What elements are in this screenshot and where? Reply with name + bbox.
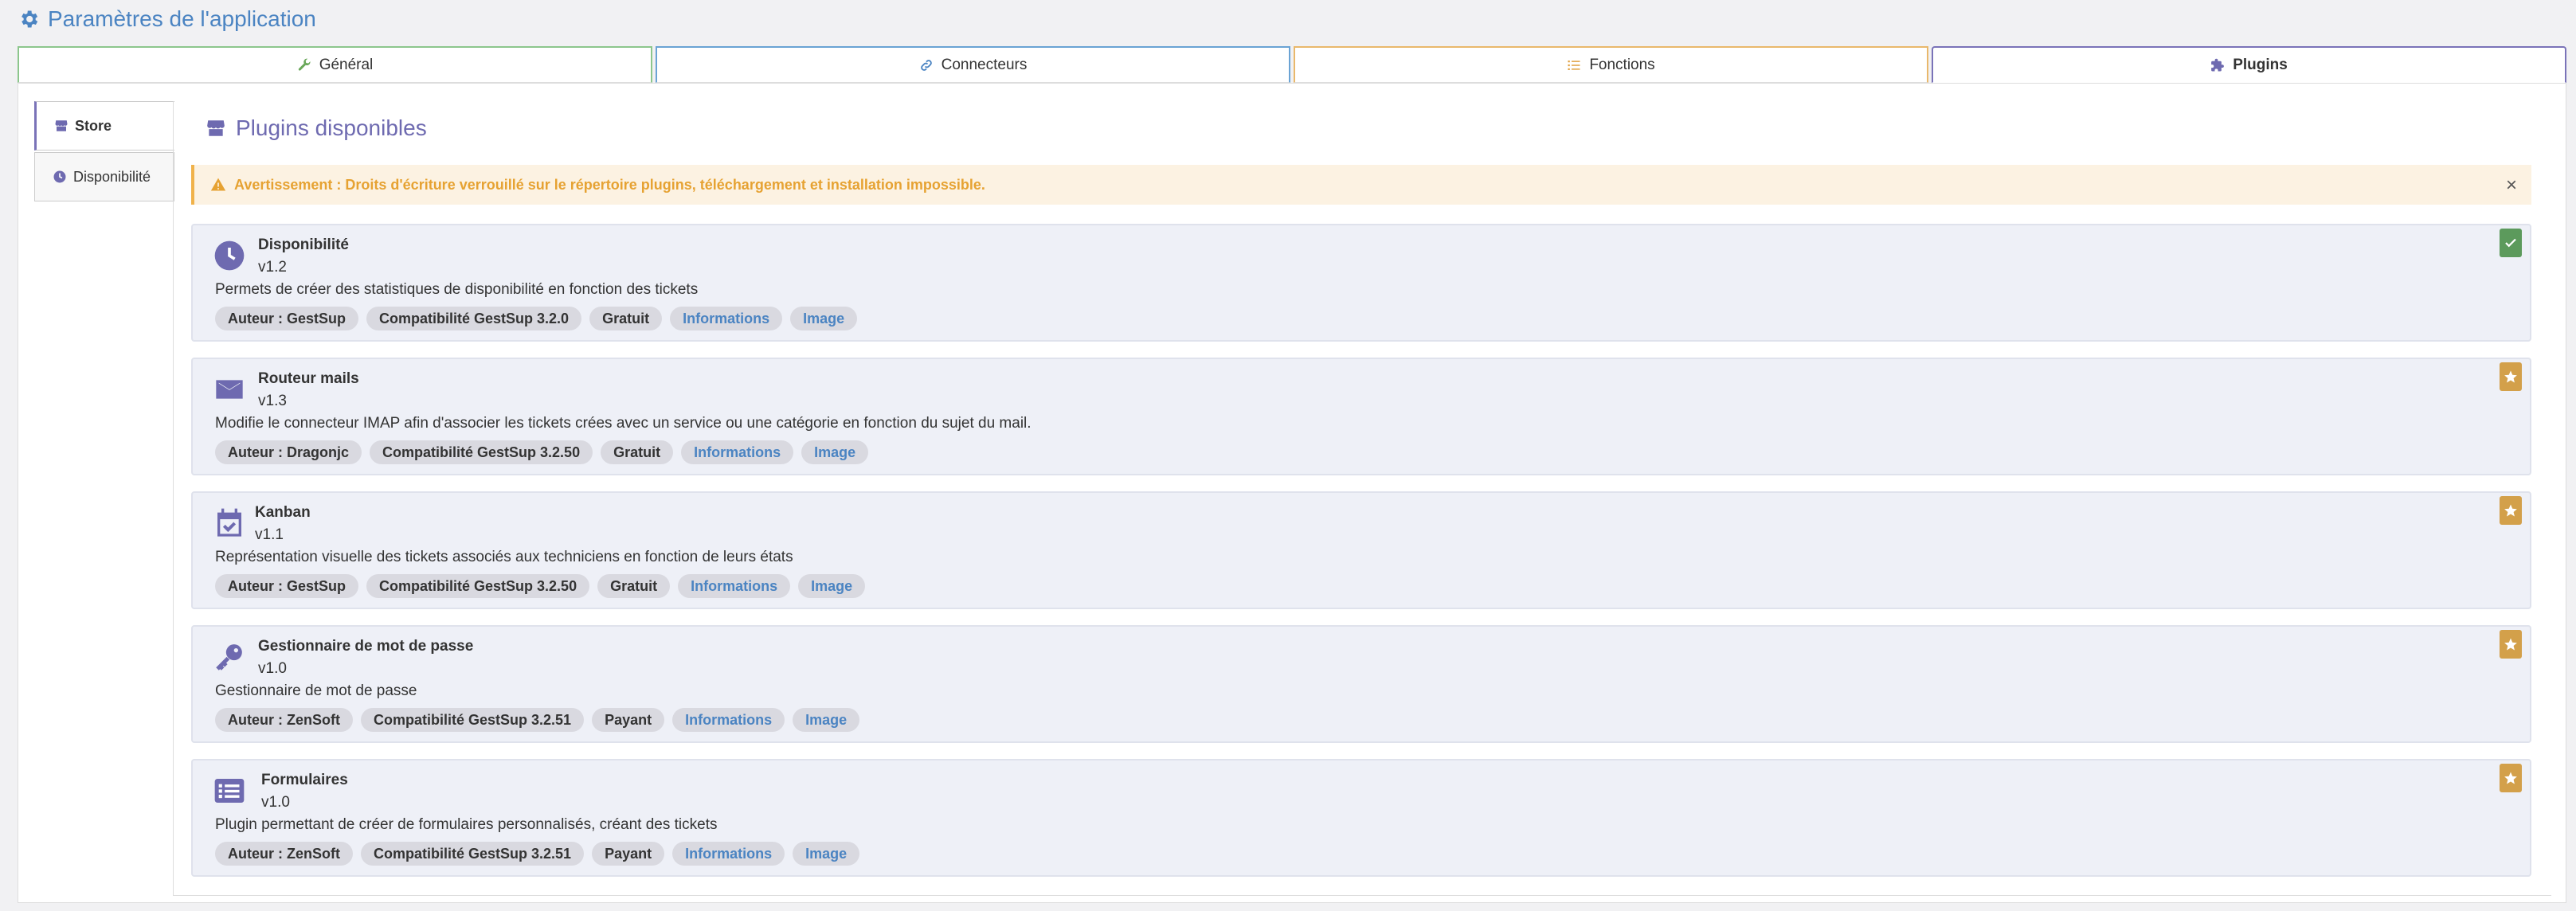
star-icon bbox=[2504, 772, 2517, 784]
clock-icon bbox=[214, 240, 245, 271]
compat-badge: Compatibilité GestSup 3.2.50 bbox=[366, 574, 590, 598]
tab-fonctions[interactable]: Fonctions bbox=[1294, 46, 1928, 83]
image-link[interactable]: Image bbox=[801, 440, 869, 464]
compat-badge: Compatibilité GestSup 3.2.0 bbox=[366, 307, 582, 330]
author-badge: Auteur : ZenSoft bbox=[215, 842, 353, 866]
plugin-badges: Auteur : ZenSoft Compatibilité GestSup 3… bbox=[215, 842, 860, 866]
tab-general[interactable]: Général bbox=[18, 46, 652, 83]
plugin-badges: Auteur : GestSup Compatibilité GestSup 3… bbox=[215, 307, 858, 330]
plugin-description: Permets de créer des statistiques de dis… bbox=[215, 281, 699, 298]
author-badge: Auteur : GestSup bbox=[215, 574, 359, 598]
envelope-icon bbox=[216, 380, 243, 399]
tab-label: Fonctions bbox=[1589, 56, 1655, 73]
plugin-version: v1.2 bbox=[258, 259, 287, 276]
list-icon bbox=[1568, 60, 1580, 70]
sidenav-item-store[interactable]: Store bbox=[34, 101, 174, 151]
tab-label: Plugins bbox=[2233, 56, 2288, 73]
plugin-description: Plugin permettant de créer de formulaire… bbox=[215, 816, 718, 833]
image-link[interactable]: Image bbox=[793, 842, 860, 866]
content-title: Plugins disponibles bbox=[206, 115, 427, 141]
page-title-text: Paramètres de l'application bbox=[48, 6, 316, 31]
install-button[interactable] bbox=[2500, 362, 2522, 391]
image-link[interactable]: Image bbox=[798, 574, 866, 598]
page-title: Paramètres de l'application bbox=[18, 6, 316, 32]
star-icon bbox=[2504, 504, 2517, 517]
link-icon bbox=[920, 59, 932, 71]
author-badge: Auteur : ZenSoft bbox=[215, 708, 353, 732]
alert-text: Avertissement : Droits d'écriture verrou… bbox=[234, 176, 985, 193]
content-title-text: Plugins disponibles bbox=[236, 115, 427, 140]
author-badge: Auteur : GestSup bbox=[215, 307, 359, 330]
plugin-card: Routeur mails v1.3 Modifie le connecteur… bbox=[191, 358, 2531, 475]
plugin-name: Disponibilité bbox=[258, 237, 349, 253]
plugins-panel: Store Disponibilité Plugins disponibles … bbox=[18, 83, 2566, 903]
info-link[interactable]: Informations bbox=[672, 708, 785, 732]
price-badge: Payant bbox=[592, 842, 665, 866]
list-alt-icon bbox=[214, 779, 245, 803]
warning-alert: Avertissement : Droits d'écriture verrou… bbox=[191, 165, 2531, 205]
tab-plugins[interactable]: Plugins bbox=[1932, 46, 2566, 83]
plugin-name: Formulaires bbox=[261, 772, 348, 788]
star-icon bbox=[2504, 370, 2517, 383]
plugin-badges: Auteur : GestSup Compatibilité GestSup 3… bbox=[215, 574, 866, 598]
warning-icon bbox=[210, 178, 226, 191]
price-badge: Payant bbox=[592, 708, 665, 732]
price-badge: Gratuit bbox=[597, 574, 671, 598]
plugin-card: Gestionnaire de mot de passe v1.0 Gestio… bbox=[191, 625, 2531, 743]
install-button[interactable] bbox=[2500, 496, 2522, 525]
plugins-sidenav: Store Disponibilité bbox=[34, 101, 174, 203]
compat-badge: Compatibilité GestSup 3.2.50 bbox=[370, 440, 593, 464]
plugin-name: Kanban bbox=[255, 504, 311, 521]
tab-connecteurs[interactable]: Connecteurs bbox=[656, 46, 1290, 83]
clock-icon bbox=[53, 170, 66, 183]
compat-badge: Compatibilité GestSup 3.2.51 bbox=[361, 842, 585, 866]
sidenav-item-disponibilite[interactable]: Disponibilité bbox=[34, 152, 174, 201]
store-icon bbox=[55, 120, 68, 131]
plugin-card: Disponibilité v1.2 Permets de créer des … bbox=[191, 224, 2531, 342]
plugin-name: Routeur mails bbox=[258, 370, 359, 387]
info-link[interactable]: Informations bbox=[681, 440, 794, 464]
puzzle-icon bbox=[2211, 58, 2225, 71]
info-link[interactable]: Informations bbox=[670, 307, 783, 330]
install-button[interactable] bbox=[2500, 630, 2522, 659]
install-button[interactable] bbox=[2500, 764, 2522, 792]
author-badge: Auteur : Dragonjc bbox=[215, 440, 362, 464]
tab-label: Général bbox=[319, 56, 374, 73]
image-link[interactable]: Image bbox=[793, 708, 860, 732]
plugin-card: Kanban v1.1 Représentation visuelle des … bbox=[191, 491, 2531, 609]
plugin-description: Représentation visuelle des tickets asso… bbox=[215, 549, 793, 565]
plugins-content: Plugins disponibles Avertissement : Droi… bbox=[173, 101, 2551, 896]
installed-button[interactable] bbox=[2500, 229, 2522, 257]
price-badge: Gratuit bbox=[589, 307, 663, 330]
calendar-check-icon bbox=[217, 508, 241, 537]
plugin-name: Gestionnaire de mot de passe bbox=[258, 638, 474, 655]
plugin-version: v1.3 bbox=[258, 393, 287, 409]
gear-icon bbox=[22, 10, 38, 28]
sidenav-label: Disponibilité bbox=[73, 168, 151, 185]
settings-tabs: Général Connecteurs Fonctions Plugins bbox=[18, 46, 2566, 83]
plugin-card: Formulaires v1.0 Plugin permettant de cr… bbox=[191, 759, 2531, 877]
plugin-badges: Auteur : ZenSoft Compatibilité GestSup 3… bbox=[215, 708, 860, 732]
plugin-description: Gestionnaire de mot de passe bbox=[215, 682, 417, 699]
sidenav-label: Store bbox=[75, 117, 112, 134]
key-icon bbox=[216, 644, 242, 671]
info-link[interactable]: Informations bbox=[672, 842, 785, 866]
plugin-version: v1.0 bbox=[261, 794, 290, 811]
store-icon bbox=[207, 120, 225, 136]
close-icon[interactable]: × bbox=[2506, 174, 2517, 197]
plugin-description: Modifie le connecteur IMAP afin d'associ… bbox=[215, 415, 1032, 432]
image-link[interactable]: Image bbox=[790, 307, 858, 330]
check-icon bbox=[2505, 238, 2516, 248]
price-badge: Gratuit bbox=[601, 440, 674, 464]
star-icon bbox=[2504, 638, 2517, 651]
compat-badge: Compatibilité GestSup 3.2.51 bbox=[361, 708, 585, 732]
info-link[interactable]: Informations bbox=[678, 574, 791, 598]
plugin-version: v1.1 bbox=[255, 526, 284, 543]
wrench-icon bbox=[298, 58, 311, 71]
plugin-version: v1.0 bbox=[258, 660, 287, 677]
plugin-badges: Auteur : Dragonjc Compatibilité GestSup … bbox=[215, 440, 869, 464]
tab-label: Connecteurs bbox=[941, 56, 1028, 73]
